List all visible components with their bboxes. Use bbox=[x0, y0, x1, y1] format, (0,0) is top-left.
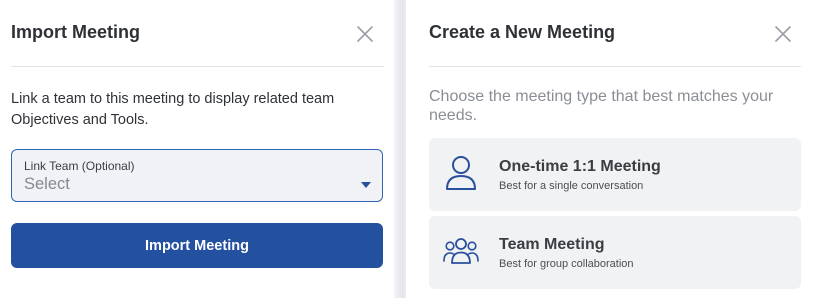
link-team-value: Select bbox=[24, 175, 70, 193]
import-panel-title: Import Meeting bbox=[11, 22, 140, 42]
import-meeting-button[interactable]: Import Meeting bbox=[11, 223, 383, 268]
create-divider bbox=[429, 66, 801, 67]
person-icon bbox=[443, 154, 479, 192]
option-team-meeting[interactable]: Team Meeting Best for group collaboratio… bbox=[429, 216, 801, 289]
option-title: Team Meeting bbox=[499, 236, 605, 253]
option-subtitle: Best for a single conversation bbox=[499, 180, 644, 192]
create-meeting-panel: Create a New Meeting Choose the meeting … bbox=[406, 0, 821, 298]
option-one-on-one-meeting[interactable]: One-time 1:1 Meeting Best for a single c… bbox=[429, 138, 801, 211]
import-close-button[interactable] bbox=[355, 24, 375, 44]
link-team-select[interactable]: Link Team (Optional) Select bbox=[11, 149, 383, 202]
option-subtitle: Best for group collaboration bbox=[499, 258, 634, 270]
group-icon bbox=[443, 232, 479, 270]
import-divider bbox=[11, 66, 384, 67]
close-icon bbox=[775, 26, 791, 42]
create-panel-title: Create a New Meeting bbox=[429, 22, 616, 42]
create-description: Choose the meeting type that best matche… bbox=[429, 88, 774, 124]
option-title: One-time 1:1 Meeting bbox=[499, 158, 661, 175]
close-icon bbox=[357, 26, 373, 42]
link-team-label: Link Team (Optional) bbox=[24, 159, 135, 173]
create-close-button[interactable] bbox=[773, 24, 793, 44]
import-description: Link a team to this meeting to display r… bbox=[11, 91, 335, 128]
import-meeting-panel: Import Meeting Link a team to this meeti… bbox=[0, 0, 394, 298]
modal-stage: Import Meeting Link a team to this meeti… bbox=[0, 0, 821, 298]
panel-separator bbox=[394, 0, 406, 298]
caret-down-icon bbox=[360, 181, 372, 189]
